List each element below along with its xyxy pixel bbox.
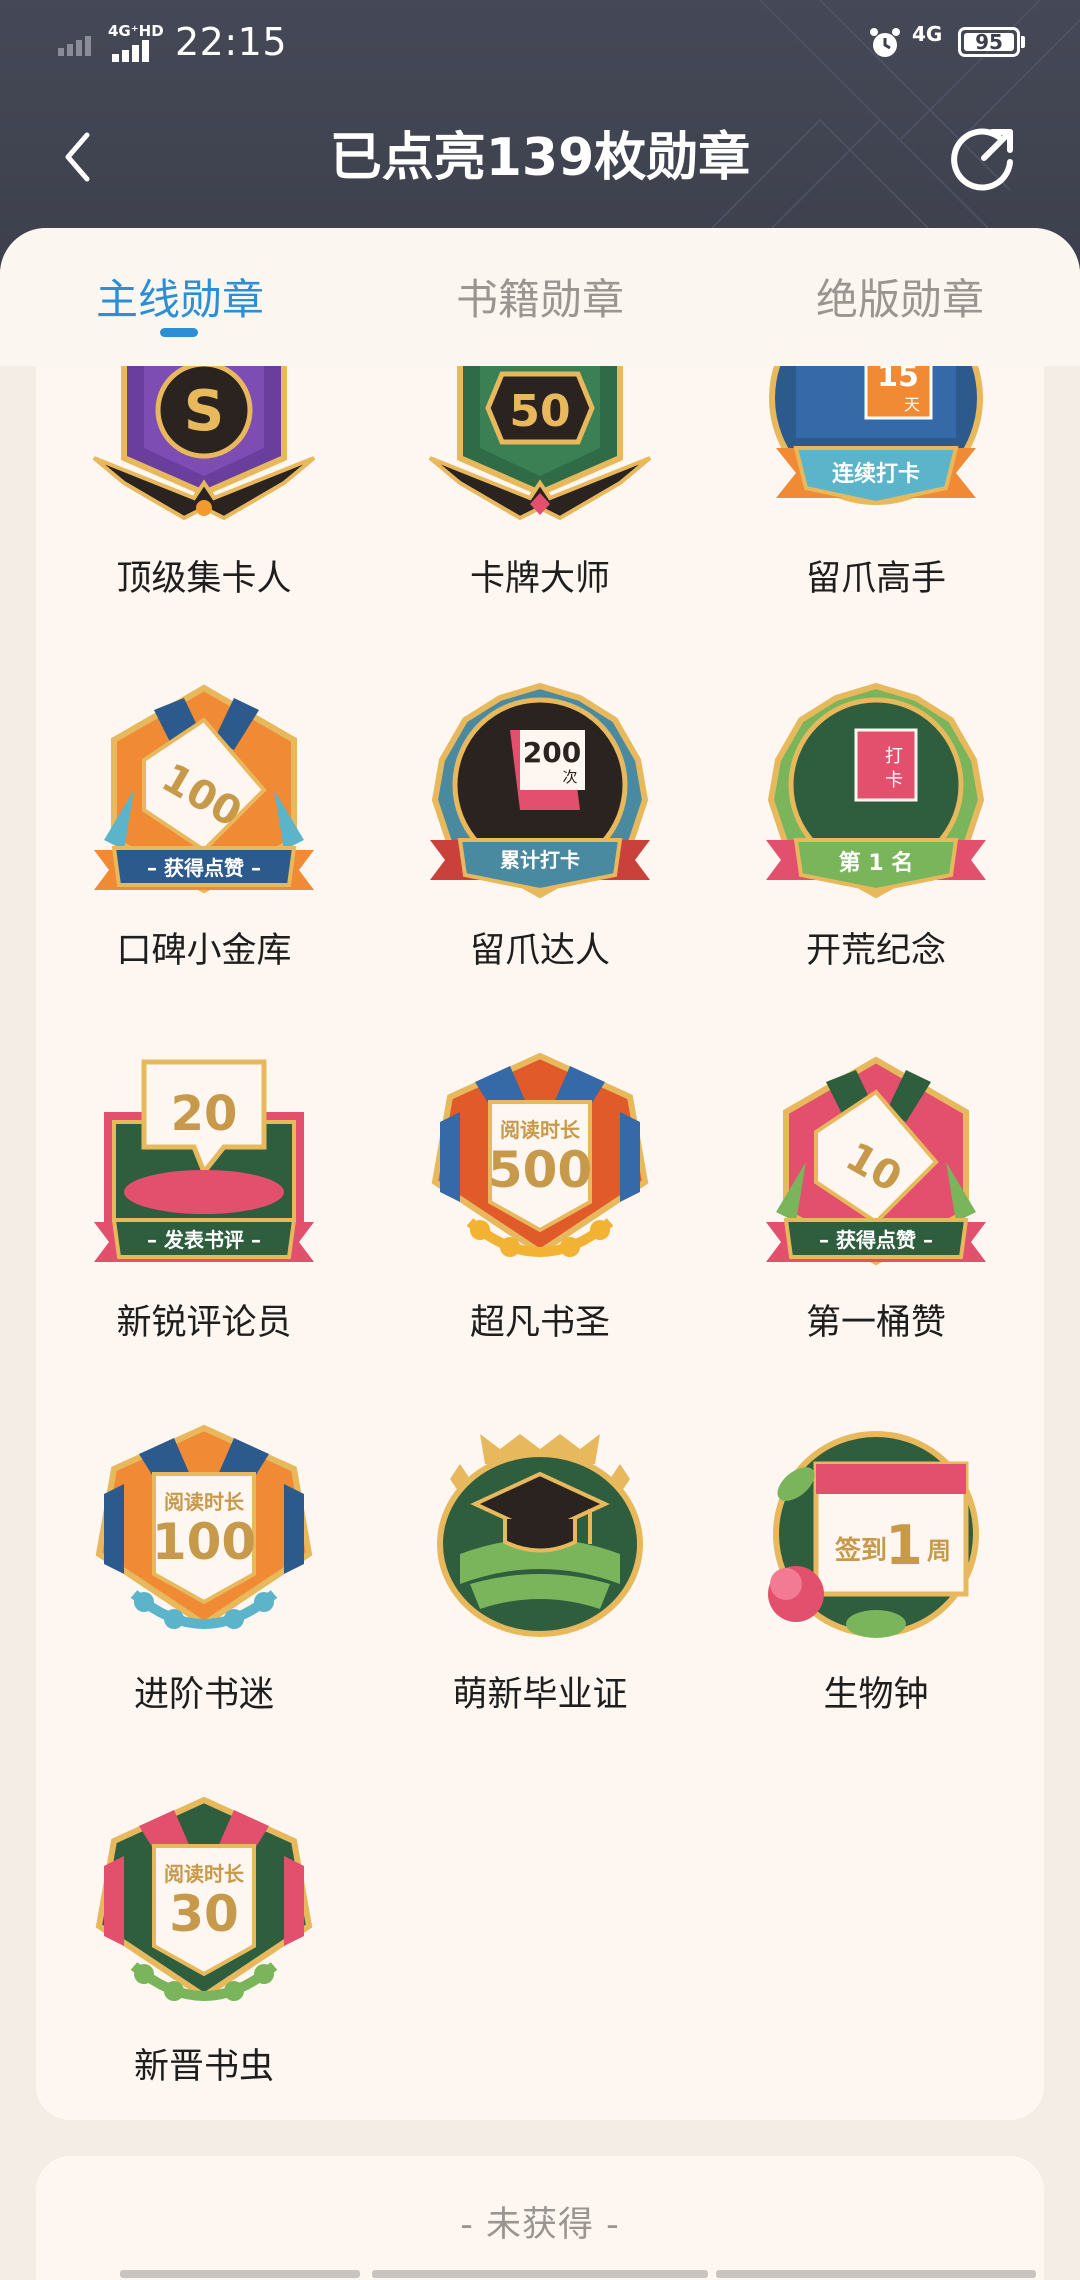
- svg-text:签到: 签到: [835, 1535, 887, 1566]
- badge-name: 新晋书虫: [133, 2047, 274, 2087]
- clock: 22:15: [175, 20, 288, 64]
- svg-text:1: 1: [885, 1514, 923, 1577]
- badge-name: 留爪高手: [805, 559, 946, 599]
- svg-text:连续打卡: 连续打卡: [832, 461, 920, 487]
- likes-medal-icon: 100 – 获得点赞 –: [94, 684, 314, 894]
- svg-text:天: 天: [904, 395, 920, 414]
- divider: [372, 2270, 708, 2278]
- graduation-medal-icon: [437, 1434, 643, 1637]
- refresh-icon: [951, 128, 1013, 191]
- tab-book-medals[interactable]: 书籍勋章: [390, 270, 690, 330]
- badge-name: 顶级集卡人: [116, 559, 292, 599]
- badge-item[interactable]: 阅读时长 500 超凡书圣: [372, 1052, 708, 1424]
- badge-item[interactable]: 萌新毕业证: [372, 1424, 708, 1796]
- first-likes-medal-icon: 10 – 获得点赞 –: [766, 1056, 986, 1266]
- badge-name: 开荒纪念: [805, 931, 946, 971]
- svg-text:累计打卡: 累计打卡: [500, 848, 580, 872]
- badge-name: 留爪达人: [469, 931, 610, 971]
- network-type-label-2: 4G: [912, 22, 943, 46]
- svg-text:周: 周: [927, 1537, 951, 1565]
- badge-item[interactable]: 10 – 获得点赞 – 第一桶赞: [708, 1052, 1044, 1424]
- network-type-label: 4G⁺HD: [108, 22, 164, 40]
- svg-text:阅读时长: 阅读时长: [500, 1118, 581, 1142]
- back-button[interactable]: [62, 122, 108, 192]
- badge-name: 新锐评论员: [116, 1303, 292, 1343]
- badge-item[interactable]: 签到 1 周 生物钟: [708, 1424, 1044, 1796]
- reading-30-medal-icon: 阅读时长 30: [95, 1796, 313, 2001]
- svg-text:20: 20: [171, 1086, 238, 1142]
- badge-item[interactable]: 打 卡 第 1 名 开荒纪念: [708, 680, 1044, 1052]
- tab-indicator: [160, 328, 198, 337]
- svg-text:30: 30: [169, 1885, 239, 1943]
- badge-item[interactable]: 20 – 发表书评 – 新锐评论员: [36, 1052, 372, 1424]
- badge-name: 超凡书圣: [469, 1303, 610, 1343]
- badge-name: 卡牌大师: [469, 559, 610, 599]
- status-bar: 4G⁺HD 22:15 4G 95: [0, 0, 1080, 86]
- divider: [716, 2270, 1036, 2278]
- refresh-button[interactable]: [948, 124, 1018, 194]
- svg-text:50: 50: [509, 386, 570, 437]
- svg-text:阅读时长: 阅读时长: [164, 1862, 245, 1886]
- tab-main-medals[interactable]: 主线勋章: [30, 270, 330, 330]
- svg-text:打: 打: [885, 746, 903, 767]
- collector-medal-icon: S: [92, 366, 316, 521]
- svg-text:第 1 名: 第 1 名: [839, 850, 914, 876]
- badge-item[interactable]: 50 卡牌大师: [372, 366, 708, 680]
- svg-text:100: 100: [152, 1513, 256, 1571]
- alarm-icon: [870, 28, 900, 57]
- checkin-streak-medal-icon: 15 天 连续打卡: [769, 366, 983, 506]
- badge-item[interactable]: S 顶级集卡人: [36, 366, 372, 680]
- svg-text:卡: 卡: [885, 770, 903, 791]
- badge-name: 口碑小金库: [116, 931, 292, 971]
- svg-text:– 发表书评 –: – 发表书评 –: [147, 1228, 261, 1252]
- svg-text:500: 500: [488, 1141, 592, 1199]
- svg-text:– 获得点赞 –: – 获得点赞 –: [819, 1228, 933, 1252]
- svg-text:次: 次: [562, 768, 577, 786]
- checkin-count-medal-icon: 200 次 累计打卡: [430, 682, 650, 899]
- badge-grid: S 顶级集卡人 50 卡牌大师 15 天 连续打卡 留爪高手 100 – 获得点…: [36, 366, 1044, 2120]
- svg-text:阅读时长: 阅读时长: [164, 1490, 245, 1514]
- unobtained-section: - 未获得 -: [36, 2156, 1044, 2280]
- review-medal-icon: 20 – 发表书评 –: [94, 1059, 314, 1262]
- reading-100-medal-icon: 阅读时长 100: [95, 1424, 313, 1629]
- badge-name: 第一桶赞: [805, 1303, 946, 1343]
- signal-strength-icon: [112, 40, 149, 62]
- card-master-medal-icon: 50: [428, 366, 652, 521]
- page-title: 已点亮139枚勋章: [329, 128, 751, 188]
- battery-tip: [1021, 36, 1025, 48]
- svg-text:15: 15: [877, 366, 919, 394]
- reading-500-medal-icon: 阅读时长 500: [431, 1052, 649, 1257]
- unobtained-label: - 未获得 -: [460, 2205, 620, 2245]
- first-pioneer-medal-icon: 打 卡 第 1 名: [766, 682, 986, 899]
- svg-text:S: S: [184, 379, 224, 444]
- signal-icon: [58, 36, 91, 56]
- badge-name: 进阶书迷: [133, 1675, 274, 1715]
- battery-level: 95: [975, 30, 1003, 54]
- badge-item[interactable]: 15 天 连续打卡 留爪高手: [708, 366, 1044, 680]
- tab-limited-medals[interactable]: 绝版勋章: [750, 270, 1050, 330]
- badge-name: 萌新毕业证: [452, 1675, 628, 1715]
- tab-bar: 主线勋章 书籍勋章 绝版勋章: [0, 228, 1080, 366]
- badge-name: 生物钟: [823, 1675, 929, 1715]
- divider: [120, 2270, 360, 2278]
- biological-clock-medal-icon: 签到 1 周: [768, 1431, 979, 1638]
- chevron-left-icon: [65, 132, 90, 182]
- battery-icon: 95: [958, 27, 1020, 57]
- svg-text:200: 200: [523, 736, 581, 769]
- svg-text:– 获得点赞 –: – 获得点赞 –: [147, 856, 261, 880]
- badge-item[interactable]: 阅读时长 30 新晋书虫: [36, 1796, 372, 2120]
- badge-item[interactable]: 阅读时长 100 进阶书迷: [36, 1424, 372, 1796]
- badge-item[interactable]: 100 – 获得点赞 – 口碑小金库: [36, 680, 372, 1052]
- badge-item[interactable]: 200 次 累计打卡 留爪达人: [372, 680, 708, 1052]
